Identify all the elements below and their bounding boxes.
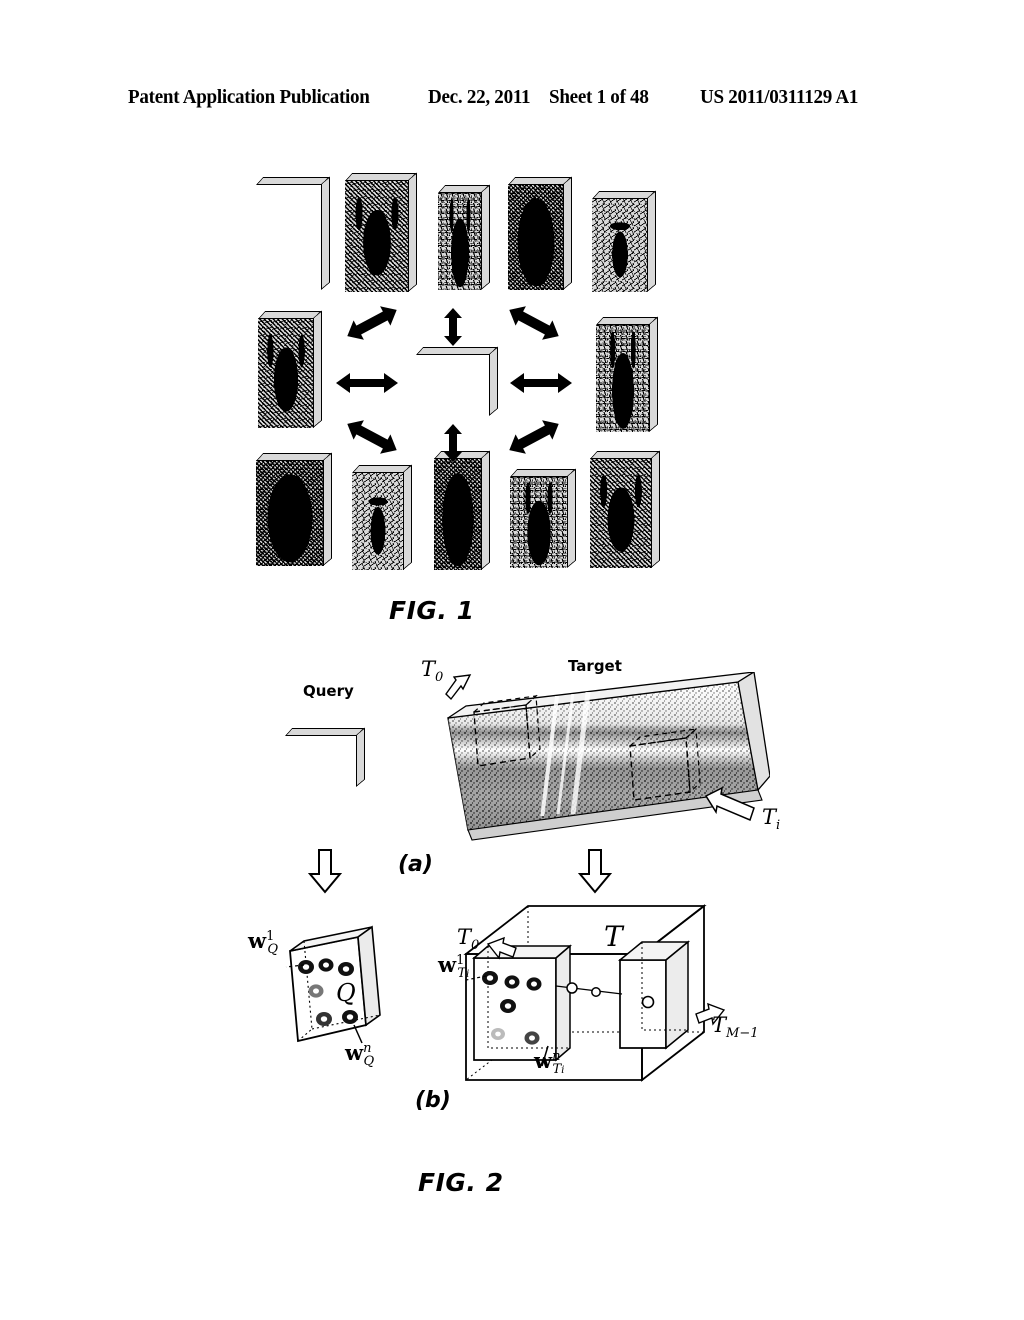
figure1-thumbnail-r1c1 bbox=[256, 184, 322, 290]
target-first-word-label: w1Ti bbox=[438, 952, 470, 982]
figure-2-caption: FIG. 2 bbox=[418, 1168, 504, 1197]
figure1-thumbnail-r3c3 bbox=[434, 458, 482, 570]
figure1-thumbnail-r3c2 bbox=[352, 472, 404, 570]
header-sheet: Sheet 1 of 48 bbox=[548, 86, 649, 108]
target-word-volume: T bbox=[452, 898, 734, 1098]
figure1-arrow-up bbox=[443, 308, 463, 346]
figure1-arrow-right bbox=[510, 372, 572, 394]
figure-1-caption: FIG. 1 bbox=[389, 596, 475, 625]
target-tm1-label-b: TM−1 bbox=[712, 1013, 759, 1042]
header-patent-number: US 2011/0311129 A1 bbox=[699, 86, 859, 108]
header-date: Dec. 22, 2011 bbox=[427, 86, 531, 108]
figure1-arrow-left bbox=[336, 372, 398, 394]
target-box-center-label: T bbox=[604, 920, 623, 953]
target-t0-label-b: T0 bbox=[457, 925, 480, 954]
target-t0-pointer-a bbox=[445, 674, 472, 701]
figure1-arrow-down-right bbox=[503, 412, 565, 461]
patent-header: Patent Application Publication Dec. 22, … bbox=[128, 86, 896, 109]
figure1-thumbnail-r1c3 bbox=[438, 192, 482, 290]
target-t0-pointer-b bbox=[486, 936, 517, 960]
figure1-thumbnail-r3c1 bbox=[256, 460, 324, 566]
figure1-thumbnail-r1c2 bbox=[345, 180, 409, 292]
query-label: Query bbox=[303, 682, 354, 700]
figure1-thumbnail-r1c5 bbox=[592, 198, 648, 292]
figure-1-grid bbox=[248, 176, 680, 580]
target-down-arrow bbox=[578, 849, 612, 894]
header-publication: Patent Application Publication bbox=[128, 86, 370, 108]
figure2-panel-a-label: (a) bbox=[398, 852, 433, 877]
target-volume-outline bbox=[447, 670, 771, 841]
target-last-word-label: wnTi bbox=[534, 1048, 565, 1078]
query-volume bbox=[285, 735, 357, 787]
figure1-thumbnail-r1c4 bbox=[508, 184, 564, 290]
query-volume-face bbox=[285, 735, 357, 787]
figure1-arrow-down-left bbox=[341, 412, 403, 461]
target-ti-label-a: Ti bbox=[762, 805, 781, 834]
figure1-arrow-down bbox=[443, 424, 463, 462]
figure1-arrow-up-left bbox=[341, 298, 403, 347]
figure1-thumbnail-r2c1 bbox=[258, 318, 314, 428]
target-t0-label-a: T0 bbox=[421, 657, 444, 686]
query-last-word-label: wnQ bbox=[345, 1040, 375, 1070]
figure1-thumbnail-r3c4 bbox=[510, 476, 568, 568]
figure2-panel-b-label: (b) bbox=[415, 1088, 451, 1113]
figure1-thumbnail-r2c5 bbox=[596, 324, 650, 432]
figure1-thumbnail-r2c3-center bbox=[416, 354, 490, 416]
query-word-slab: Q bbox=[282, 925, 394, 1055]
target-volume bbox=[440, 670, 771, 862]
target-box-outline bbox=[463, 904, 707, 1082]
figure1-arrow-up-right bbox=[503, 298, 565, 347]
query-first-word-label: w1Q bbox=[248, 928, 279, 958]
figure1-thumbnail-r3c5 bbox=[590, 458, 652, 568]
query-down-arrow bbox=[308, 849, 342, 894]
target-ti-pointer-a bbox=[704, 786, 755, 822]
query-slab-center-label: Q bbox=[336, 979, 356, 1007]
